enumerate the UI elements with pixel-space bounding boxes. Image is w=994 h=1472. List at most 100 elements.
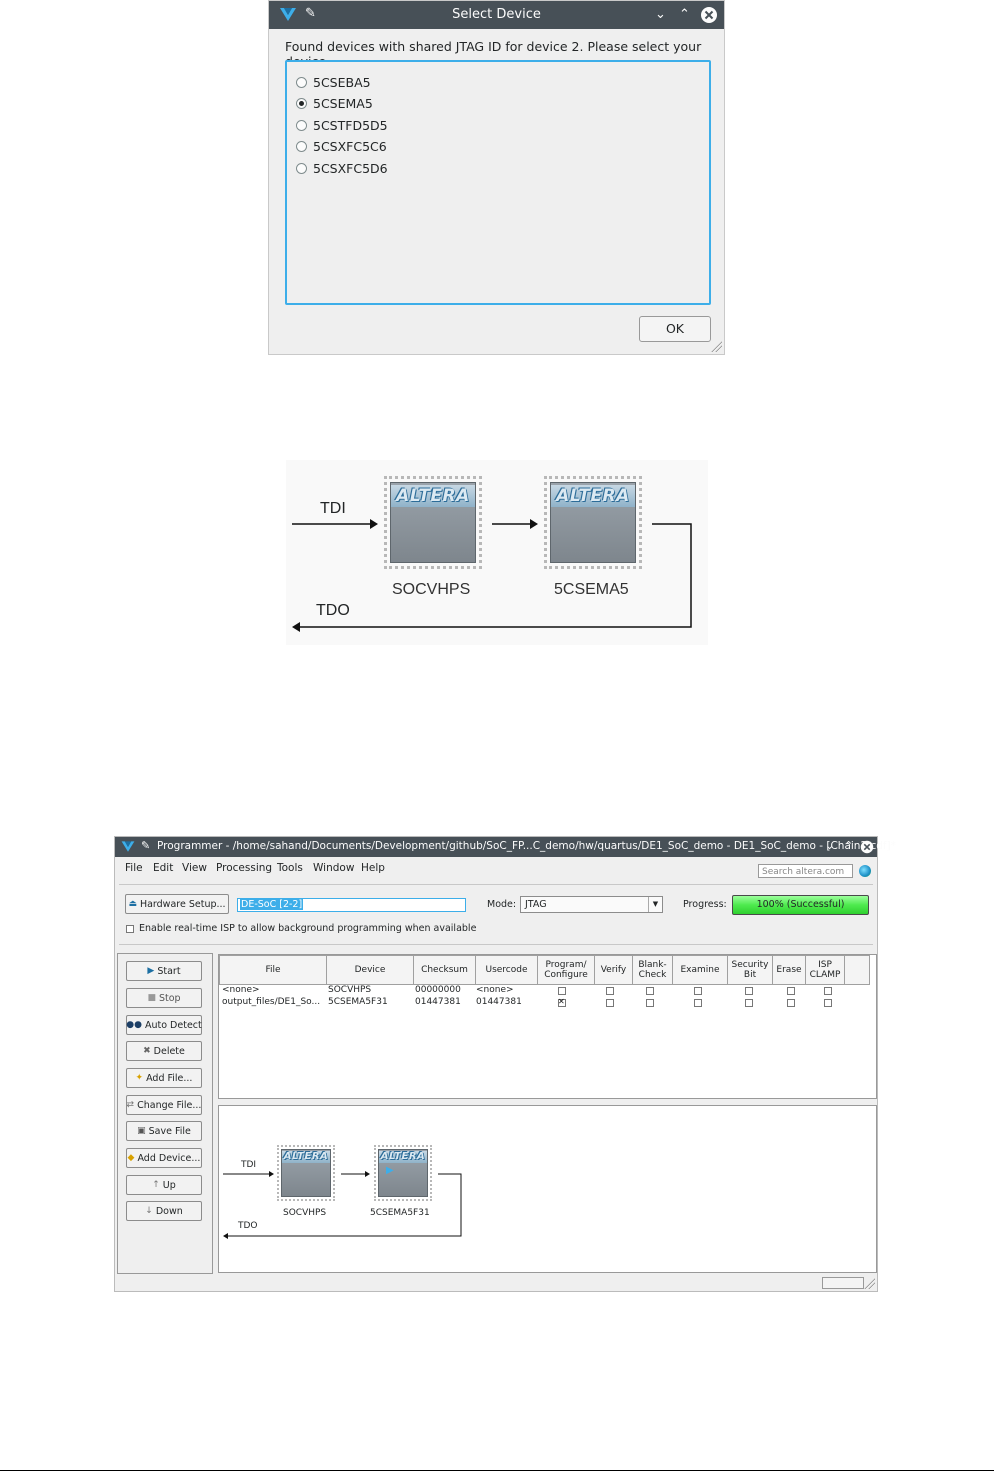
device-table: File Device Checksum Usercode Program/ C…: [219, 955, 870, 985]
device-label: SOCVHPS: [283, 1208, 327, 1218]
column-header[interactable]: Usercode: [475, 955, 538, 985]
close-icon[interactable]: [860, 840, 874, 854]
maximize-icon[interactable]: ⌃: [844, 839, 853, 852]
tdi-label: TDI: [320, 500, 346, 517]
blank-check-checkbox[interactable]: [646, 999, 654, 1007]
device-label: 5CSEMA5: [554, 581, 629, 598]
radio-button[interactable]: [296, 119, 307, 131]
table-cell-file[interactable]: output_files/DE1_So...: [222, 997, 320, 1007]
column-header[interactable]: Security Bit: [727, 955, 773, 985]
save-file-button[interactable]: ▣ Save File: [126, 1121, 202, 1141]
device-option[interactable]: 5CSXFC5C6: [296, 137, 387, 155]
programmer-titlebar: ✎ Programmer - /home/sahand/Documents/De…: [115, 837, 896, 857]
button-label: Delete: [153, 1045, 185, 1057]
button-label: Change File...: [137, 1099, 202, 1111]
device-option[interactable]: 5CSTFD5D5: [296, 116, 388, 134]
column-header[interactable]: ISP CLAMP: [805, 955, 845, 985]
menu-processing[interactable]: Processing: [216, 862, 272, 874]
column-header[interactable]: Examine: [672, 955, 728, 985]
option-label: 5CSXFC5D6: [313, 160, 388, 176]
minimize-icon[interactable]: ⌄: [825, 839, 834, 852]
security-bit-checkbox[interactable]: [745, 999, 753, 1007]
table-cell-device[interactable]: SOCVHPS: [328, 985, 371, 995]
menu-help[interactable]: Help: [361, 862, 385, 874]
up-button[interactable]: ↑ Up: [126, 1175, 202, 1195]
radio-button[interactable]: [296, 140, 307, 152]
device-option[interactable]: 5CSEBA5: [296, 73, 371, 91]
program-checkbox-checked[interactable]: [558, 997, 566, 1007]
search-input[interactable]: Search altera.com: [758, 864, 853, 878]
hardware-value: DE-SoC [2-2]: [240, 899, 304, 910]
program-checkbox[interactable]: [558, 987, 566, 995]
table-cell-usercode: <none>: [476, 985, 514, 995]
radio-button[interactable]: [296, 162, 307, 174]
isp-checkbox[interactable]: [126, 925, 134, 933]
start-button[interactable]: ▶ Start: [126, 961, 202, 981]
button-label: Save File: [148, 1125, 191, 1137]
column-header[interactable]: Blank- Check: [632, 955, 673, 985]
resize-grip-icon[interactable]: [710, 340, 722, 352]
delete-button[interactable]: ✖ Delete: [126, 1041, 202, 1061]
mode-select[interactable]: JTAG ▼: [520, 896, 663, 913]
menu-tools[interactable]: Tools: [277, 862, 303, 874]
column-header[interactable]: Device: [326, 955, 414, 985]
device-option[interactable]: 5CSEMA5: [296, 94, 373, 112]
option-label: 5CSXFC5C6: [313, 138, 387, 154]
stop-button[interactable]: ■ Stop: [126, 988, 202, 1008]
verify-checkbox[interactable]: [606, 999, 614, 1007]
arrow-down-icon: ↓: [145, 1206, 153, 1216]
add-device-button[interactable]: ◆ Add Device...: [126, 1148, 202, 1168]
device-option[interactable]: 5CSXFC5D6: [296, 159, 388, 177]
menu-window[interactable]: Window: [313, 862, 354, 874]
examine-checkbox[interactable]: [694, 987, 702, 995]
column-header[interactable]: Checksum: [413, 955, 476, 985]
hardware-field[interactable]: DE-SoC [2-2]: [237, 898, 466, 912]
examine-checkbox[interactable]: [694, 999, 702, 1007]
isp-clamp-checkbox[interactable]: [824, 987, 832, 995]
altera-logo: ALTERA: [396, 486, 470, 506]
binoculars-icon: ●●: [126, 1020, 142, 1030]
column-header[interactable]: Program/ Configure: [537, 955, 595, 985]
isp-clamp-checkbox[interactable]: [824, 999, 832, 1007]
chevron-down-icon[interactable]: ▼: [648, 897, 662, 912]
resize-grip-icon[interactable]: [863, 1277, 875, 1289]
chip-socvhps[interactable]: ALTERA: [384, 476, 482, 569]
ok-button[interactable]: OK: [639, 316, 711, 342]
chip-body: ALTERA: [281, 1149, 331, 1197]
chip-5csema5f31[interactable]: ALTERA ▶: [374, 1145, 432, 1201]
column-header[interactable]: Verify: [594, 955, 633, 985]
radio-button-selected[interactable]: [296, 97, 307, 109]
globe-icon[interactable]: [859, 865, 871, 877]
menu-file[interactable]: File: [125, 862, 143, 874]
radio-button[interactable]: [296, 76, 307, 88]
chip-socvhps[interactable]: ALTERA: [277, 1145, 335, 1201]
menu-view[interactable]: View: [182, 862, 207, 874]
security-bit-checkbox[interactable]: [745, 987, 753, 995]
table-cell-device[interactable]: 5CSEMA5F31: [328, 997, 388, 1007]
chip-body: ALTERA: [550, 482, 636, 563]
column-header[interactable]: Erase: [772, 955, 806, 985]
column-header[interactable]: File: [219, 955, 327, 985]
auto-detect-button[interactable]: ●● Auto Detect: [126, 1015, 202, 1035]
pin-icon[interactable]: ✎: [141, 839, 150, 852]
hardware-setup-button[interactable]: ⏏ Hardware Setup...: [125, 894, 229, 914]
verify-checkbox[interactable]: [606, 987, 614, 995]
change-file-button[interactable]: ⇄ Change File...: [126, 1095, 202, 1115]
chip-5csema5[interactable]: ALTERA: [544, 476, 642, 569]
close-icon[interactable]: [700, 6, 718, 24]
erase-checkbox[interactable]: [787, 999, 795, 1007]
button-label: Add Device...: [137, 1152, 201, 1164]
table-cell-checksum: 01447381: [415, 997, 461, 1007]
button-label: Add File...: [146, 1072, 193, 1084]
blank-check-checkbox[interactable]: [646, 987, 654, 995]
menu-edit[interactable]: Edit: [153, 862, 173, 874]
table-header-row: File Device Checksum Usercode Program/ C…: [219, 955, 870, 985]
table-cell-checksum: 00000000: [415, 985, 461, 995]
maximize-icon[interactable]: ⌃: [679, 7, 690, 22]
progress-label: Progress:: [683, 899, 727, 910]
add-file-button[interactable]: ✦ Add File...: [126, 1068, 202, 1088]
minimize-icon[interactable]: ⌄: [655, 7, 666, 22]
table-cell-file[interactable]: <none>: [222, 985, 260, 995]
down-button[interactable]: ↓ Down: [126, 1201, 202, 1221]
erase-checkbox[interactable]: [787, 987, 795, 995]
